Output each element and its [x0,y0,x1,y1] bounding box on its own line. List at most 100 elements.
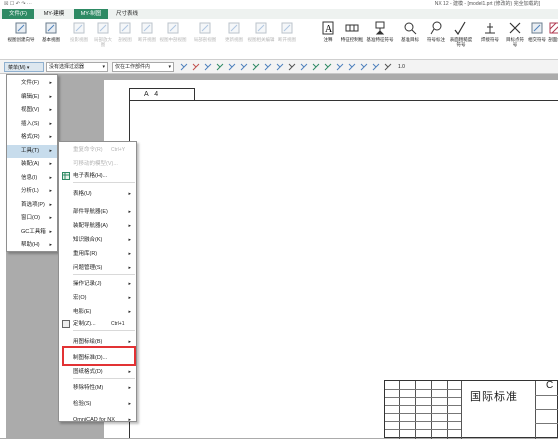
plus-icon[interactable] [312,63,320,71]
tools-menu-item-6[interactable]: 装配导航器(A) ▸ [59,220,136,232]
ribbon-button-15[interactable]: 基准目标 [398,21,422,57]
main-menu-item-7[interactable]: 装配(A) ▸ [7,158,57,171]
submenu-arrow-icon: ▸ [128,369,131,375]
table-icon[interactable] [360,63,368,71]
tools-menu-item-17[interactable]: 移除特性(M) ▸ [59,382,136,394]
main-menu-item-9[interactable]: 分析(L) ▸ [7,185,57,198]
ribbon-button-label: 局部放大图 [94,37,112,47]
tools-menu-item-11[interactable]: 宏(O) ▸ [59,292,136,304]
tools-menu-item-7[interactable]: 知识融合(K) ▸ [59,234,136,246]
tools-menu-item-9[interactable]: 问题管理(S) ▸ [59,262,136,274]
datum-feature-icon [373,21,387,35]
submenu-arrow-icon: ▸ [49,120,52,127]
ribbon-button-21[interactable]: 剖面线 [547,21,558,57]
main-menu-item-label: 格式(R) [21,134,40,140]
submenu-arrow-icon: ▸ [49,161,52,167]
ribbon-button-label: 视图相关编辑 [247,37,275,42]
tools-menu-item-5[interactable]: 部件导航器(E) ▸ [59,206,136,218]
quadrant-icon[interactable] [240,63,248,71]
arc-center-icon[interactable] [228,63,236,71]
midpoint-snap-icon[interactable] [192,63,200,71]
main-menu-item-11[interactable]: 窗口(O) ▸ [7,212,57,225]
menu-button[interactable]: 菜单(M) ▾ [4,62,44,72]
circle-center-icon[interactable] [300,63,308,71]
submenu-arrow-icon: ▸ [128,401,131,407]
ribbon-button-7[interactable]: 视图中剖视图 [158,21,188,57]
title-bar: ☒ ☐ ↶ ↷ ⋯ NX 12 - 建模 - [model1.prt (修改的)… [0,0,558,9]
layer-icon[interactable] [348,63,356,71]
tools-menu-item-13[interactable]: 定制(Z)... Ctrl+1 [59,318,136,330]
main-menu-item-5[interactable]: 格式(R) ▸ [7,131,57,144]
tab-file[interactable]: 文件(F) [2,9,34,19]
tab-my-modeling[interactable]: MY-建模 [36,9,72,19]
tab-dimension[interactable]: 尺寸表线 [110,9,144,19]
main-menu-item-3[interactable]: 视图(V) ▸ [7,104,57,117]
filter-combo[interactable]: 没有选择过滤器 ▾ [46,62,108,72]
ribbon-button-label: 断开视图 [278,37,296,42]
tools-menu-item-2[interactable]: 可移动的模型(V)... [59,158,136,170]
main-menu-item-8[interactable]: 信息(I) ▸ [7,172,57,185]
point-on-curve-icon[interactable] [264,63,272,71]
main-menu-item-10[interactable]: 首选项(P) ▸ [7,199,57,212]
submenu-arrow-icon: ▸ [49,107,52,113]
more-icon[interactable] [384,63,392,71]
main-menu-item-13[interactable]: 帮助(H) ▸ [7,239,57,252]
ribbon-button-18[interactable]: 焊接符号 [476,21,504,57]
main-menu-item-1[interactable]: 文件(F) ▸ [7,77,57,90]
ribbon-button-8[interactable]: 局部剖视图 [190,21,220,57]
submenu-arrow-icon: ▸ [128,251,131,257]
tools-menu-item-19[interactable]: OmniCAD for NX ▸ [59,414,136,426]
ribbon-button-5[interactable]: 剖视图 [114,21,136,57]
ribbon-button-3[interactable]: 投影视图 [66,21,92,57]
menu-shortcut: Ctrl+1 [111,321,125,327]
control-point-icon[interactable] [204,63,212,71]
tools-menu-item-12[interactable]: 电影(E) ▸ [59,306,136,318]
main-menu-item-12[interactable]: GC工具箱 ▸ [7,226,57,239]
ribbon-button-17[interactable]: 表面粗糙度符号 [448,21,474,57]
point-on-surface-icon[interactable] [276,63,284,71]
ribbon-button-4[interactable]: 局部放大图 [92,21,114,57]
submenu-arrow-icon: ▸ [49,80,52,86]
ribbon-button-19[interactable]: 目标点符号 [505,21,525,57]
ribbon-button-2[interactable]: 基本视图 [37,21,65,57]
existing-point-icon[interactable] [252,63,260,71]
tools-menu-item-1[interactable]: 重复命令(R) Ctrl+Y [59,144,136,156]
tools-menu-item-label: 表格(U) [73,191,92,197]
ribbon-button-1[interactable]: 视图创建向导 [6,21,36,57]
grid-icon[interactable] [336,63,344,71]
ribbon-button-16[interactable]: 符号标注 [424,21,448,57]
tools-menu-item-16[interactable]: 图纸格式(D) ▸ [59,366,136,378]
ribbon-button-label: 焊接符号 [481,37,499,42]
view-icon[interactable] [372,63,380,71]
extension-icon[interactable] [288,63,296,71]
zoom-value[interactable]: 1.0 [398,62,418,72]
ribbon-button-20[interactable]: 相交符号 [526,21,548,57]
ribbon-button-11[interactable]: 断开视图 [276,21,298,57]
tools-submenu: 重复命令(R) Ctrl+Y 可移动的模型(V)... 电子表格(H)... 表格(U)… [58,141,137,423]
tools-menu-item-18[interactable]: 检验(S) ▸ [59,398,136,410]
ribbon-button-9[interactable]: 更新视图 [222,21,246,57]
main-menu-item-2[interactable]: 编辑(E) ▸ [7,91,57,104]
tab-my-drafting[interactable]: MY-制图 [74,9,108,19]
quick-access-toolbar[interactable]: ☒ ☐ ↶ ↷ ⋯ [4,0,32,9]
chevron-down-icon: ▾ [168,64,171,70]
scope-combo[interactable]: 仅在工作部件内 ▾ [112,62,174,72]
tools-menu-item-3[interactable]: 电子表格(H)... [59,170,136,182]
main-menu-item-label: 插入(S) [21,120,40,127]
main-menu-item-6[interactable]: 工具(T) ▸ [7,144,57,158]
ribbon-button-10[interactable]: 视图相关编辑 [246,21,276,57]
tools-menu-item-4[interactable]: 表格(U) ▸ [59,188,136,200]
main-menu-item-4[interactable]: 插入(S) ▸ [7,118,57,131]
tools-menu-item-10[interactable]: 操作记录(J) ▸ [59,278,136,290]
feature-control-icon [345,21,359,35]
ribbon-button-14[interactable]: 基准特征符号 [364,21,396,57]
endpoint-snap-icon[interactable] [180,63,188,71]
intersection-snap-icon[interactable] [216,63,224,71]
filter-combo-value: 没有选择过滤器 [49,64,85,70]
ribbon-button-13[interactable]: 特征控制框 [340,21,364,57]
ribbon-button-6[interactable]: 断开视图 [136,21,158,57]
break-icon [280,21,294,35]
check-icon[interactable] [324,63,332,71]
ribbon-button-12[interactable]: A 注释 [318,21,338,57]
tools-menu-item-8[interactable]: 重用库(R) ▸ [59,248,136,260]
